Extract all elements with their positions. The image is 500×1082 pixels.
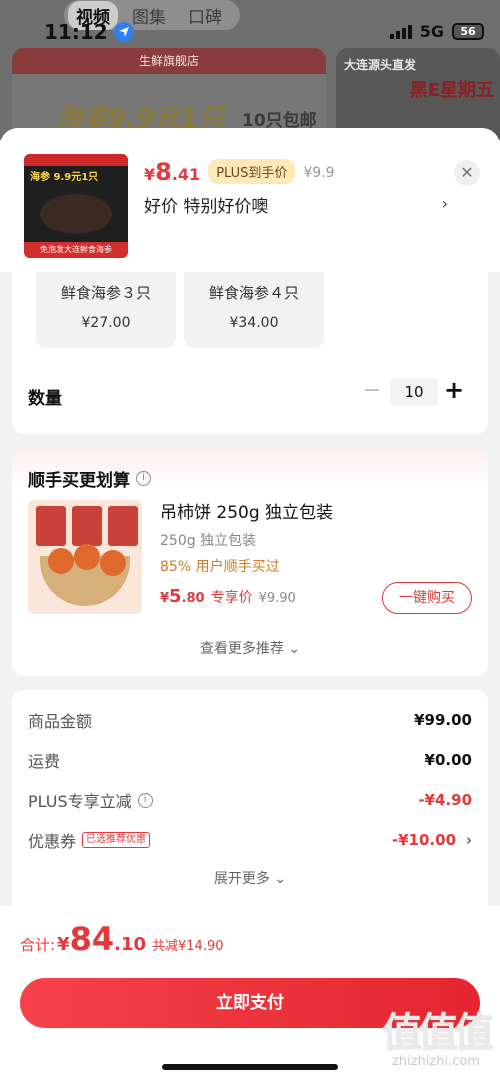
checkout-sheet: 海参 9.9元1只 免泡发大连鲜食海参 ¥8.41 PLUS到手价 ¥9.9 ✕… [0, 128, 500, 1082]
variant-name: 鲜食海参３只 [60, 284, 151, 302]
recommend-card: 顺手买更划算 i 吊柿饼 250g 独立包装 250g 独立包装 85% 用户顺… [12, 448, 488, 676]
summary-row-shipping: 运费 ¥0.00 [28, 748, 472, 772]
order-summary: 商品金额 ¥99.00 运费 ¥0.00 PLUS专享立减 i -¥4.90 优… [12, 690, 488, 920]
sea-cucumber-bowl [40, 194, 112, 234]
summary-label: 优惠券 已选推荐优惠 [28, 828, 151, 852]
variant-price: ¥27.00 [81, 315, 131, 331]
info-icon[interactable]: i [137, 792, 153, 808]
recommend-title: 顺手买更划算 i [28, 466, 151, 491]
variant-price: ¥34.00 [229, 315, 279, 331]
signal-icon [389, 24, 412, 39]
more-recommend-link[interactable]: 查看更多推荐 ⌄ [12, 638, 488, 658]
watermark-logo: 值值值 [382, 1010, 494, 1056]
summary-value: ¥0.00 [424, 751, 472, 769]
summary-row-plus-discount: PLUS专享立减 i -¥4.90 [28, 788, 472, 812]
quantity-label: 数量 [28, 389, 62, 409]
variant-option-3[interactable]: 鲜食海参３只 ¥27.00 [36, 272, 176, 348]
background-page: 视频 图集 口碑 11:12 5G 56 生鲜旗舰店 ‹ 海参9.9元1只 10… [0, 0, 500, 140]
side-banner-tag: 黑E星期五 [409, 80, 494, 101]
total-dec: .10 [114, 934, 147, 955]
price-row: ¥8.41 PLUS到手价 ¥9.9 [144, 158, 335, 187]
variant-section: 鲜食海参３只 ¥27.00 鲜食海参４只 ¥34.00 数量 − 10 + [12, 272, 488, 434]
home-indicator [162, 1064, 338, 1070]
good-price-text[interactable]: 好价 特别好价噢 [144, 192, 268, 217]
persimmon-image[interactable] [28, 500, 142, 614]
summary-label: 运费 [28, 752, 61, 771]
watermark-url: zhizhizhi.com [392, 1054, 480, 1069]
chevron-right-icon[interactable]: › [442, 194, 448, 213]
coupon-tag: 已选推荐优惠 [82, 832, 151, 848]
status-indicators: 5G 56 [389, 22, 484, 41]
recommend-price: ¥5.80 [160, 586, 205, 607]
thumb-bottom: 免泡发大连鲜食海参 [24, 242, 128, 258]
expand-more-link[interactable]: 展开更多 ⌄ [12, 868, 488, 888]
original-price: ¥9.9 [303, 165, 335, 181]
recommend-title-text: 顺手买更划算 [28, 471, 130, 491]
exclusive-price-tag: 专享价 [210, 590, 253, 606]
recommend-original-price: ¥9.90 [258, 591, 296, 606]
product-thumbnail: 海参 9.9元1只 免泡发大连鲜食海参 [24, 154, 128, 258]
payment-bar: 合计: ¥ 84 .10 共减¥14.90 立即支付 值值值 zhizhizhi… [0, 906, 500, 1082]
product-banner: 生鲜旗舰店 ‹ 海参9.9元1只 10只包邮 [12, 48, 326, 140]
watermark: 值值值 zhizhizhi.com [382, 1000, 494, 1069]
summary-label-text: 优惠券 [28, 832, 77, 851]
location-icon [113, 22, 134, 42]
tab-reviews[interactable]: 口碑 [180, 1, 230, 30]
summary-row-subtotal: 商品金额 ¥99.00 [28, 708, 472, 732]
store-name: 生鲜旗舰店 [12, 48, 326, 74]
total-saved: 共减¥14.90 [152, 939, 224, 954]
battery-icon: 56 [452, 23, 484, 40]
quantity-plus-button[interactable]: + [442, 376, 466, 404]
quantity-input[interactable]: 10 [390, 378, 438, 406]
summary-label: PLUS专享立减 i [28, 788, 153, 812]
chevron-right-icon[interactable]: › [466, 831, 472, 849]
total-symbol: ¥ [57, 934, 70, 955]
recommend-item-spec: 250g 独立包装 [160, 533, 257, 549]
status-time: 11:12 [44, 20, 134, 44]
current-price: ¥8.41 [144, 158, 201, 186]
total-label: 合计: [20, 936, 56, 954]
summary-value: -¥4.90 [418, 791, 472, 809]
one-click-buy-button[interactable]: 一键购买 [382, 582, 472, 614]
side-banner-title: 大连源头直发 [344, 58, 417, 72]
recommend-item-name[interactable]: 吊柿饼 250g 独立包装 [160, 498, 333, 523]
recommend-item-bought: 85% 用户顺手买过 [160, 559, 280, 575]
status-time-text: 11:12 [44, 20, 108, 44]
summary-label: 商品金额 [28, 712, 93, 731]
total-amount: 合计: ¥ 84 .10 共减¥14.90 [20, 920, 224, 958]
total-int: 84 [69, 920, 115, 958]
summary-label-text: PLUS专享立减 [28, 792, 132, 811]
variant-name: 鲜食海参４只 [208, 284, 299, 302]
product-header: 海参 9.9元1只 免泡发大连鲜食海参 ¥8.41 PLUS到手价 ¥9.9 ✕… [0, 128, 500, 272]
info-icon[interactable]: i [136, 471, 151, 486]
side-banner: 大连源头直发 黑E星期五 [336, 48, 500, 140]
network-type: 5G [419, 22, 444, 41]
quantity-minus-button[interactable]: − [360, 378, 384, 403]
summary-value: -¥10.00 [391, 831, 456, 849]
thumb-title: 海参 9.9元1只 [30, 172, 99, 183]
summary-value: ¥99.00 [414, 711, 472, 729]
variant-option-4[interactable]: 鲜食海参４只 ¥34.00 [184, 272, 324, 348]
summary-row-coupon[interactable]: 优惠券 已选推荐优惠 -¥10.00 › [28, 828, 472, 852]
recommend-price-row: ¥5.80 专享价 ¥9.90 [160, 586, 296, 607]
plus-price-badge: PLUS到手价 [208, 159, 296, 184]
close-icon[interactable]: ✕ [454, 160, 480, 186]
